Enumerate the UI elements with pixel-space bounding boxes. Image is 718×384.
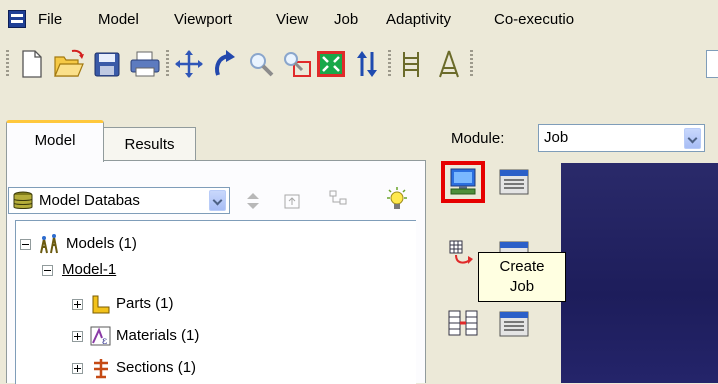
job-manager-icon[interactable] [497,166,531,198]
tree-item-label: Model-1 [62,261,117,278]
menu-bar: File Model Viewport View Job Adaptivity … [0,0,718,40]
menu-file[interactable]: File [38,11,62,28]
model-database-combo[interactable]: Model Databas [8,187,230,214]
viewport[interactable] [561,163,718,383]
menu-view[interactable]: View [276,11,308,28]
co-execution-manager-icon[interactable] [497,308,531,340]
toolbar-grip[interactable] [388,50,391,78]
module-value: Job [544,129,569,146]
rotate-icon[interactable] [208,48,242,80]
toolbar-grip[interactable] [470,50,473,78]
open-icon[interactable] [52,48,86,80]
menu-model[interactable]: Model [98,11,139,28]
tooltip-line-2: Job [509,278,535,295]
tooltip: Create Job [478,252,566,302]
parts-icon [92,295,110,314]
app-menu-icon[interactable] [8,10,26,28]
module-label: Module: [451,130,505,147]
mesh-icon[interactable] [394,48,428,80]
model-database-value: Model Databas [39,192,140,209]
tab-model[interactable]: Model [6,120,104,162]
create-adaptivity-process-icon[interactable] [446,238,480,270]
tree-item-model-1[interactable]: Model-1 [42,259,402,283]
move-up-icon[interactable] [244,191,262,211]
new-icon[interactable] [14,48,48,80]
chevron-down-icon[interactable] [209,190,226,211]
module-select[interactable]: Job [538,124,705,152]
menu-viewport[interactable]: Viewport [174,11,232,28]
database-icon [13,191,33,209]
collapse-tree-icon[interactable] [282,191,302,211]
auto-fit-icon[interactable] [314,48,348,80]
save-icon[interactable] [90,48,124,80]
toolbar-grip[interactable] [166,50,169,78]
zoom-icon[interactable] [244,48,278,80]
sections-icon [94,359,108,379]
create-co-execution-icon[interactable] [446,308,480,340]
lightbulb-icon[interactable] [384,186,410,212]
tree-item-label: Sections (1) [116,359,197,376]
tab-results[interactable]: Results [103,127,196,160]
tree-item-label: Materials (1) [116,327,200,344]
tree-item-sections[interactable]: Sections (1) [72,357,402,381]
menu-adaptivity[interactable]: Adaptivity [386,11,451,28]
materials-icon: ε [90,326,111,347]
toolbar-grip[interactable] [6,50,9,78]
tree-item-parts[interactable]: Parts (1) [72,293,402,317]
models-icon [40,234,58,254]
cycle-views-icon[interactable] [350,48,384,80]
menu-job[interactable]: Job [334,11,358,28]
menu-co-execution[interactable]: Co-executio [494,11,574,28]
box-zoom-icon[interactable] [280,48,314,80]
tree-item-label: Parts (1) [116,295,174,312]
tree-filter-icon[interactable] [328,189,350,211]
svg-text:ε: ε [102,336,107,347]
partition-icon[interactable] [432,48,466,80]
chevron-down-icon[interactable] [684,128,701,149]
expand-icon[interactable] [72,363,83,374]
print-icon[interactable] [128,48,162,80]
expand-icon[interactable] [72,331,83,342]
create-job-highlight [441,161,485,203]
expand-icon[interactable] [72,299,83,310]
tree-item-models[interactable]: Models (1) [20,233,400,257]
collapse-icon[interactable] [42,265,53,276]
collapse-icon[interactable] [20,239,31,250]
model-tree: Models (1) Model-1 Parts (1) ε Materials… [15,220,416,384]
tree-item-materials[interactable]: ε Materials (1) [72,325,402,349]
pan-icon[interactable] [172,48,206,80]
tooltip-line-1: Create [499,258,545,275]
toolbar [0,42,718,86]
tree-item-label: Models (1) [66,235,137,252]
toolbar-field[interactable] [706,50,718,78]
